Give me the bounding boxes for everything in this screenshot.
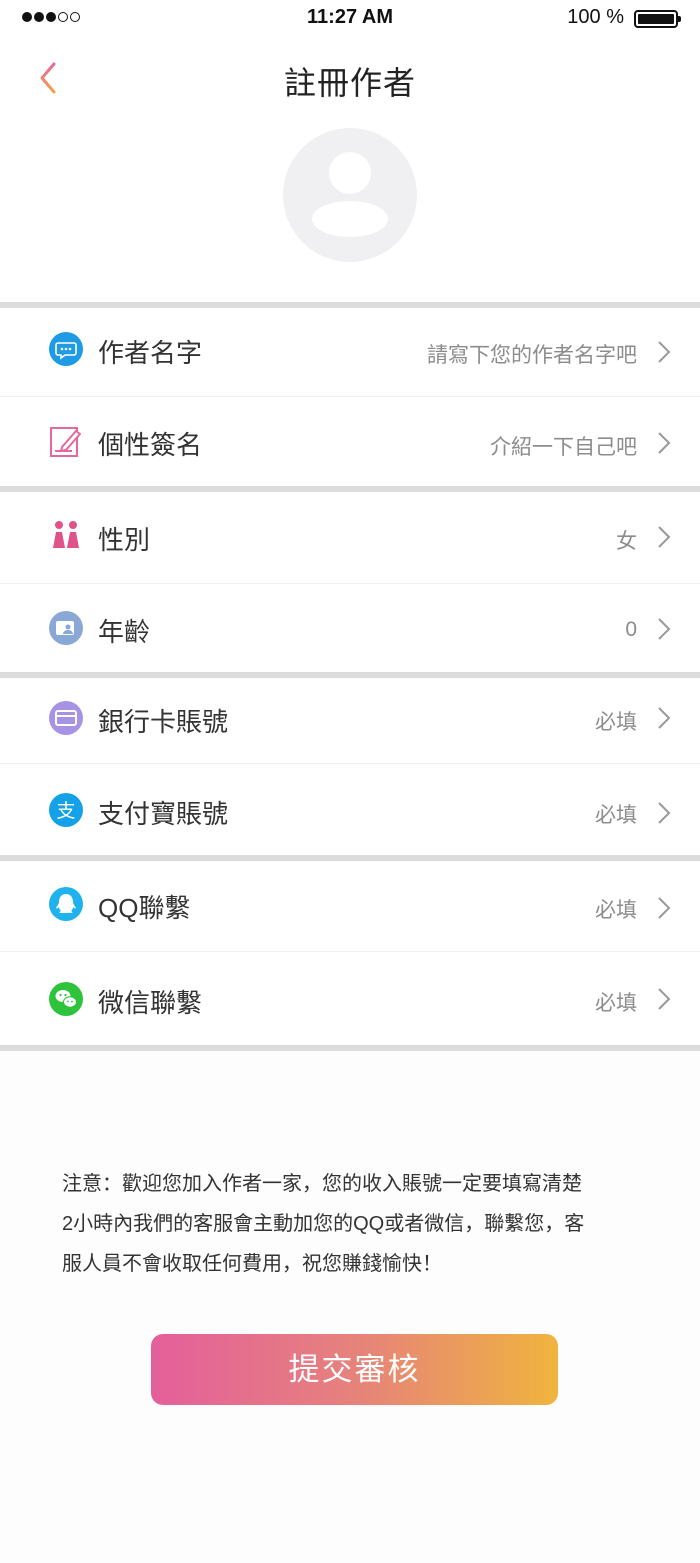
row-value: 0 [625, 618, 637, 641]
chevron-right-icon [658, 341, 671, 363]
row-label: 銀行卡賬號 [98, 707, 229, 737]
row-label: 微信聯繫 [98, 988, 203, 1018]
chevron-right-icon [658, 618, 671, 640]
status-bar: 11:27 AM 100 % [0, 0, 700, 40]
avatar-section [0, 120, 700, 302]
battery-percent: 100 % [567, 6, 624, 28]
chevron-right-icon [658, 432, 671, 454]
row-value: 請寫下您的作者名字吧 [427, 344, 637, 367]
row-value: 必填 [595, 992, 637, 1015]
row-qq[interactable]: QQ聯繫 必填 [0, 861, 700, 951]
notice-line: 服人員不會收取任何費用，祝您賺錢愉快！ [62, 1253, 442, 1275]
row-gender[interactable]: 性別 女 [0, 492, 700, 583]
bank-card-icon [49, 701, 83, 735]
chevron-right-icon [658, 707, 671, 729]
pencil-note-icon [50, 427, 81, 457]
battery-icon [634, 10, 681, 28]
chevron-right-icon [658, 897, 671, 919]
wechat-icon [49, 982, 83, 1016]
row-value: 必填 [595, 899, 637, 922]
user-placeholder-icon [312, 152, 388, 237]
notice-line: 2小時內我們的客服會主動加您的QQ或者微信，聯繫您，客 [62, 1213, 585, 1235]
submit-review-button[interactable]: 提交審核 [151, 1334, 558, 1405]
chevron-right-icon [658, 526, 671, 548]
qq-icon [49, 887, 83, 921]
svg-text:支: 支 [56, 800, 75, 822]
row-alipay[interactable]: 支 支付寶賬號 必填 [0, 764, 700, 855]
row-label: QQ聯繫 [98, 893, 191, 923]
row-value: 介紹一下自己吧 [490, 436, 637, 459]
row-label: 支付寶賬號 [98, 799, 229, 829]
row-value: 女 [616, 530, 637, 553]
row-value: 必填 [595, 711, 637, 734]
row-bank-card[interactable]: 銀行卡賬號 必填 [0, 678, 700, 763]
chevron-right-icon [658, 802, 671, 824]
row-label: 年齡 [98, 617, 151, 647]
row-label: 作者名字 [98, 338, 203, 368]
row-signature[interactable]: 個性簽名 介紹一下自己吧 [0, 397, 700, 486]
gender-people-icon [53, 521, 79, 548]
alipay-icon: 支 [49, 793, 83, 827]
id-card-icon [49, 611, 83, 645]
section-divider [0, 1045, 700, 1051]
notice-text: 注意：歡迎您加入作者一家，您的收入賬號一定要填寫清楚 2小時內我們的客服會主動加… [62, 1164, 642, 1284]
notice-line: 注意：歡迎您加入作者一家，您的收入賬號一定要填寫清楚 [62, 1173, 582, 1195]
row-wechat[interactable]: 微信聯繫 必填 [0, 952, 700, 1045]
page-title: 註冊作者 [283, 65, 416, 101]
chat-bubble-icon [49, 332, 83, 366]
avatar[interactable] [283, 128, 417, 262]
row-author-name[interactable]: 作者名字 請寫下您的作者名字吧 [0, 308, 700, 396]
row-label: 個性簽名 [98, 430, 203, 460]
row-label: 性別 [98, 525, 151, 555]
row-age[interactable]: 年齡 0 [0, 584, 700, 672]
row-value: 必填 [595, 804, 637, 827]
chevron-right-icon [658, 988, 671, 1010]
nav-bar: 註冊作者 [0, 40, 700, 120]
